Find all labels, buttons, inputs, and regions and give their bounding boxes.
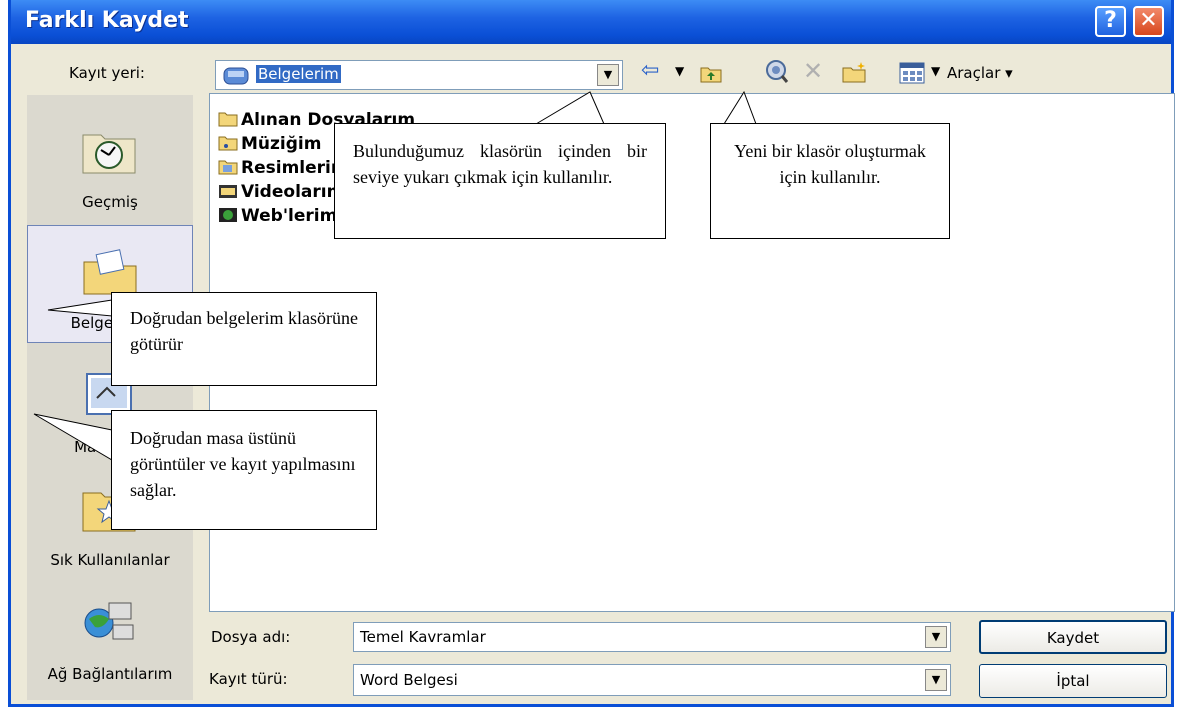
filename-label: Dosya adı: xyxy=(211,628,291,646)
file-name: Müziğim xyxy=(241,134,322,154)
filetype-select[interactable]: Word Belgesi ▼ xyxy=(353,664,951,696)
close-button[interactable]: ✕ xyxy=(1133,6,1164,37)
back-dropdown-icon[interactable]: ▼ xyxy=(675,58,684,84)
music-folder-icon xyxy=(218,136,238,151)
filetype-value: Word Belgesi xyxy=(360,671,458,689)
places-bar: Geçmiş Belgelerim Masaüstü Sık Kullanıla… xyxy=(27,95,193,700)
callout-desktop: Doğrudan masa üstünü görüntüler ve kayıt… xyxy=(111,410,377,530)
file-name: Videolarım xyxy=(241,182,345,202)
filetype-label: Kayıt türü: xyxy=(209,670,288,688)
place-label: Geçmiş xyxy=(82,193,138,211)
location-label: Kayıt yeri: xyxy=(69,64,145,82)
save-button[interactable]: Kaydet xyxy=(979,620,1167,654)
folder-icon xyxy=(218,112,238,127)
callout-up-folder: Bulunduğumuz klasörün içinden bir seviye… xyxy=(334,123,666,239)
network-icon xyxy=(84,602,134,640)
new-folder-icon[interactable] xyxy=(841,60,869,84)
filename-dropdown-button[interactable]: ▼ xyxy=(925,626,947,648)
search-web-icon[interactable] xyxy=(763,58,789,84)
my-documents-icon xyxy=(83,249,137,295)
delete-icon[interactable]: ✕ xyxy=(803,58,823,84)
list-item[interactable]: Resimlerim xyxy=(218,158,349,178)
callout-text: Bulunduğumuz klasörün içinden bir seviye… xyxy=(353,141,647,187)
place-label: Ağ Bağlantılarım xyxy=(47,665,173,683)
callout-text: Doğrudan masa üstünü görüntüler ve kayıt… xyxy=(130,428,356,500)
place-label: Sık Kullanılanlar xyxy=(50,551,170,569)
help-button[interactable]: ? xyxy=(1095,6,1126,37)
tools-menu-label: Araçlar xyxy=(947,64,1001,82)
list-item[interactable]: Web'lerim xyxy=(218,206,337,226)
place-history[interactable]: Geçmiş xyxy=(27,105,193,223)
callout-new-folder: Yeni bir klasör oluşturmak için kullanıl… xyxy=(710,123,950,239)
place-network[interactable]: Ağ Bağlantılarım xyxy=(27,577,193,695)
pictures-folder-icon xyxy=(218,160,238,175)
list-item[interactable]: Müziğim xyxy=(218,134,321,154)
drive-icon xyxy=(223,67,249,85)
callout-text: Doğrudan belgelerim klasörüne götürür xyxy=(130,308,358,354)
title-bar[interactable]: Farklı Kaydet ? ✕ xyxy=(11,0,1171,44)
video-folder-icon xyxy=(219,185,237,198)
history-icon xyxy=(82,134,136,174)
callout-text: Yeni bir klasör oluşturmak için kullanıl… xyxy=(734,141,926,187)
location-dropdown-button[interactable]: ▼ xyxy=(597,64,619,86)
back-button[interactable]: ⇦ xyxy=(641,58,659,84)
filename-value: Temel Kavramlar xyxy=(360,628,486,646)
up-folder-icon[interactable] xyxy=(699,62,723,84)
location-value: Belgelerim xyxy=(256,65,341,83)
file-name: Resimlerim xyxy=(241,158,349,178)
filetype-dropdown-button[interactable]: ▼ xyxy=(925,669,947,691)
views-dropdown-icon[interactable]: ▼ xyxy=(931,58,940,84)
web-folder-icon xyxy=(219,208,237,222)
file-name: Web'lerim xyxy=(241,206,338,226)
location-combo[interactable]: Belgelerim ▼ xyxy=(215,60,623,90)
dialog-title: Farklı Kaydet xyxy=(25,8,189,33)
list-item[interactable]: Videolarım xyxy=(218,182,344,202)
tools-menu[interactable]: Araçlar ▾ xyxy=(947,64,1013,82)
callout-my-documents: Doğrudan belgelerim klasörüne götürür xyxy=(111,292,377,386)
filename-field[interactable]: Temel Kavramlar ▼ xyxy=(353,622,951,652)
views-icon[interactable] xyxy=(899,62,925,84)
cancel-button[interactable]: İptal xyxy=(979,664,1167,698)
